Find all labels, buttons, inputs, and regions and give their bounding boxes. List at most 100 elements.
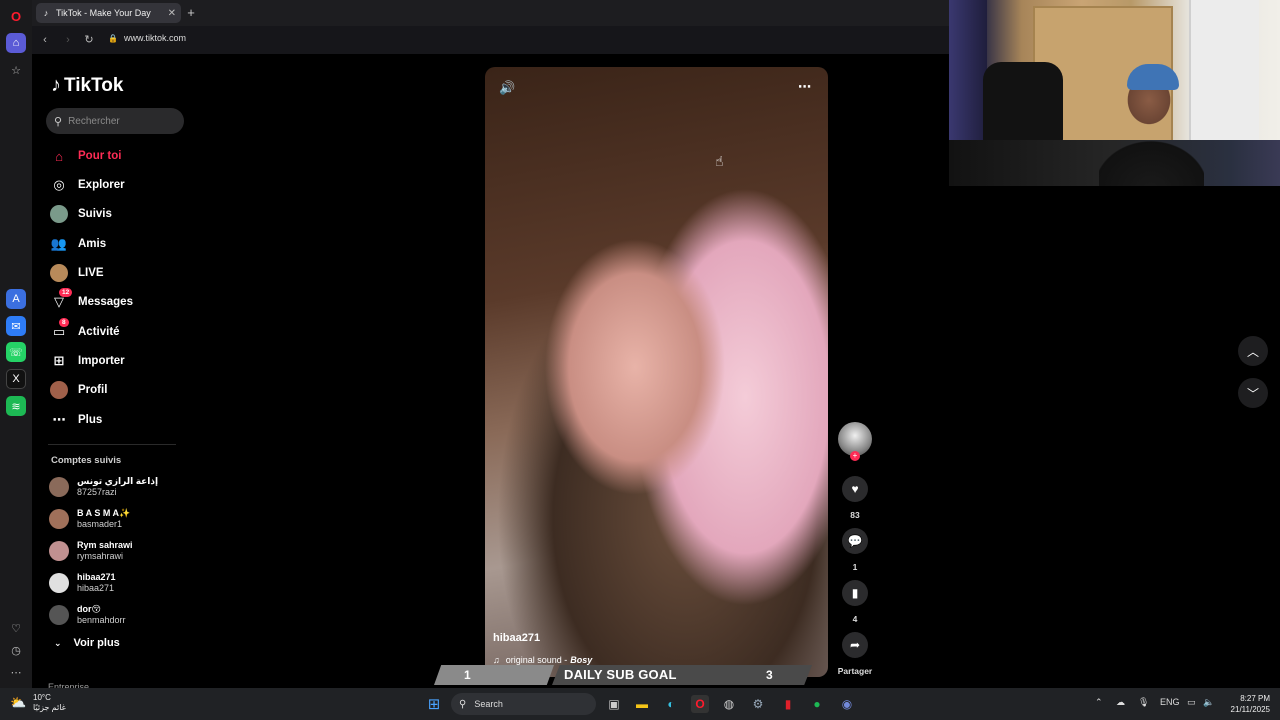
- followed-account[interactable]: B A S M A✨ basmader1: [49, 506, 130, 532]
- reload-icon[interactable]: ↻: [81, 32, 97, 48]
- see-more-button[interactable]: ⌄ Voir plus: [54, 637, 120, 649]
- forward-icon[interactable]: ›: [60, 32, 76, 48]
- opera-logo-icon[interactable]: O: [6, 6, 26, 26]
- opera-gx-icon[interactable]: ◍: [720, 695, 738, 713]
- opera-icon[interactable]: O: [691, 695, 709, 713]
- history-icon[interactable]: ◷: [6, 640, 26, 660]
- task-view-icon[interactable]: ▣: [605, 695, 623, 713]
- windows-start-icon[interactable]: ⊞: [425, 695, 443, 713]
- home-icon[interactable]: ⌂: [6, 33, 26, 53]
- tiktok-favicon-icon: ♪: [43, 8, 49, 18]
- messages-badge: 12: [59, 288, 73, 297]
- system-clock[interactable]: 8:27 PM 21/11/2025: [1222, 693, 1270, 715]
- menu-item-messages[interactable]: ▽ 12 Messages: [50, 288, 133, 314]
- account-name: hibaa271: [77, 572, 116, 582]
- tiktok-logo[interactable]: ♪ TikTok: [51, 74, 123, 97]
- back-icon[interactable]: ‹: [37, 32, 53, 48]
- spotify-icon[interactable]: ≋: [6, 396, 26, 416]
- heart-icon: ♥: [851, 482, 859, 496]
- followed-account[interactable]: dor😚 benmahdorr: [49, 602, 126, 628]
- webcam-cap: [1127, 64, 1179, 90]
- save-button[interactable]: ▮: [842, 580, 868, 606]
- weather-widget[interactable]: ⛅ 10°C غائم جزئيًا: [10, 693, 66, 713]
- whatsapp-icon[interactable]: ☏: [6, 342, 26, 362]
- time: 8:27 PM: [1240, 694, 1270, 703]
- tray-chevron-up-icon[interactable]: ⌃: [1095, 697, 1103, 708]
- previous-video-button[interactable]: ︿: [1238, 336, 1268, 366]
- heart-icon[interactable]: ♡: [6, 618, 26, 638]
- steam-icon[interactable]: ⚙: [749, 695, 767, 713]
- goal-label: DAILY SUB GOAL: [564, 667, 677, 682]
- menu-item-live[interactable]: LIVE: [50, 261, 104, 285]
- followed-account[interactable]: إذاعة الرازي تونس 87257razi: [49, 474, 158, 500]
- followed-account[interactable]: Rym sahrawi rymsahrawi: [49, 538, 133, 564]
- activity-badge: 8: [59, 318, 69, 327]
- comment-button[interactable]: 💬: [842, 528, 868, 554]
- edge-icon[interactable]: ◐: [662, 695, 680, 713]
- menu-item-profile[interactable]: Profil: [50, 378, 107, 402]
- goal-current: 1: [464, 668, 471, 682]
- search-icon: ⚲: [54, 115, 63, 128]
- address-bar: ‹ › ↻ 🔒 www.tiktok.com: [32, 26, 949, 54]
- share-label: Partager: [837, 666, 873, 676]
- menu-label: Pour toi: [78, 150, 122, 162]
- spotify-icon[interactable]: ●: [808, 695, 826, 713]
- menu-label: Activité: [78, 326, 120, 338]
- search-input[interactable]: [68, 115, 169, 127]
- search-box[interactable]: ⚲: [46, 108, 184, 134]
- x-twitter-icon[interactable]: X: [6, 369, 26, 389]
- discord-icon[interactable]: ◉: [838, 695, 856, 713]
- following-section-title: Comptes suivis: [51, 455, 122, 466]
- sub-goal-bar: 1 DAILY SUB GOAL 3: [434, 665, 814, 685]
- more-options-icon[interactable]: ⋯: [798, 79, 811, 95]
- menu-label: Messages: [78, 296, 133, 308]
- next-video-button[interactable]: ﹀: [1238, 378, 1268, 408]
- creator-avatar[interactable]: +: [838, 422, 872, 461]
- avatar: [49, 573, 69, 593]
- video-sound[interactable]: ♫ original sound - Bosy: [493, 655, 592, 665]
- close-tab-icon[interactable]: ✕: [168, 8, 176, 19]
- live-icon: [50, 264, 68, 282]
- network-icon[interactable]: ▭: [1187, 697, 1196, 708]
- file-explorer-icon[interactable]: ▬: [633, 695, 651, 713]
- volume-icon[interactable]: 🔊: [499, 80, 515, 96]
- menu-item-activity[interactable]: ▭ 8 Activité: [50, 318, 120, 344]
- follow-plus-icon[interactable]: +: [850, 451, 860, 461]
- share-button[interactable]: ➦: [842, 632, 868, 658]
- followed-account[interactable]: hibaa271 hibaa271: [49, 570, 116, 596]
- url-field[interactable]: 🔒 www.tiktok.com: [108, 33, 186, 43]
- sound-author: Bosy: [570, 655, 593, 665]
- menu-item-friends[interactable]: 👥 Amis: [50, 232, 106, 256]
- new-tab-button[interactable]: +: [184, 6, 198, 20]
- video-username[interactable]: hibaa271: [493, 632, 540, 644]
- account-handle: basmader1: [77, 519, 123, 529]
- menu-item-for-you[interactable]: ⌂ Pour toi: [50, 144, 121, 168]
- upload-icon: ⊞: [53, 353, 65, 368]
- star-icon[interactable]: ☆: [6, 60, 26, 80]
- menu-item-following[interactable]: Suivis: [50, 202, 112, 226]
- tab-tiktok[interactable]: ♪ TikTok - Make Your Day ✕: [36, 3, 181, 23]
- language-indicator[interactable]: ENG: [1160, 697, 1180, 707]
- messages-icon: ▽ 12: [50, 288, 73, 311]
- comment-count: 1: [852, 562, 858, 572]
- aria-icon[interactable]: A: [6, 289, 26, 309]
- video-player[interactable]: 🔊 ⋯ ☝ hibaa271 ♫ original sound - Bosy: [485, 67, 828, 677]
- more-options-icon[interactable]: ⋯: [6, 662, 26, 682]
- account-handle: benmahdorr: [77, 615, 126, 625]
- media-app-icon[interactable]: ▮: [779, 695, 797, 713]
- menu-item-explore[interactable]: ◎ Explorer: [50, 173, 124, 197]
- cloud-sun-icon: ⛅: [10, 695, 27, 710]
- logo-text: TikTok: [64, 74, 124, 96]
- account-name: B A S M A✨: [77, 508, 131, 518]
- volume-icon[interactable]: 🔈: [1203, 697, 1214, 708]
- opera-sidebar: O ⌂ ☆ A ✉ ☏ X ≋ ♡ ◷ ⋯: [0, 0, 32, 688]
- taskbar-search[interactable]: ⚲ Search: [451, 693, 596, 715]
- menu-label: LIVE: [78, 267, 104, 279]
- onedrive-icon[interactable]: ☁: [1116, 697, 1125, 708]
- like-button[interactable]: ♥: [842, 476, 868, 502]
- account-handle: hibaa271: [77, 583, 115, 593]
- menu-item-more[interactable]: ⋯ Plus: [50, 408, 103, 432]
- microphone-icon[interactable]: 🎙: [1138, 697, 1149, 708]
- messenger-icon[interactable]: ✉: [6, 316, 26, 336]
- menu-item-upload[interactable]: ⊞ Importer: [50, 349, 125, 373]
